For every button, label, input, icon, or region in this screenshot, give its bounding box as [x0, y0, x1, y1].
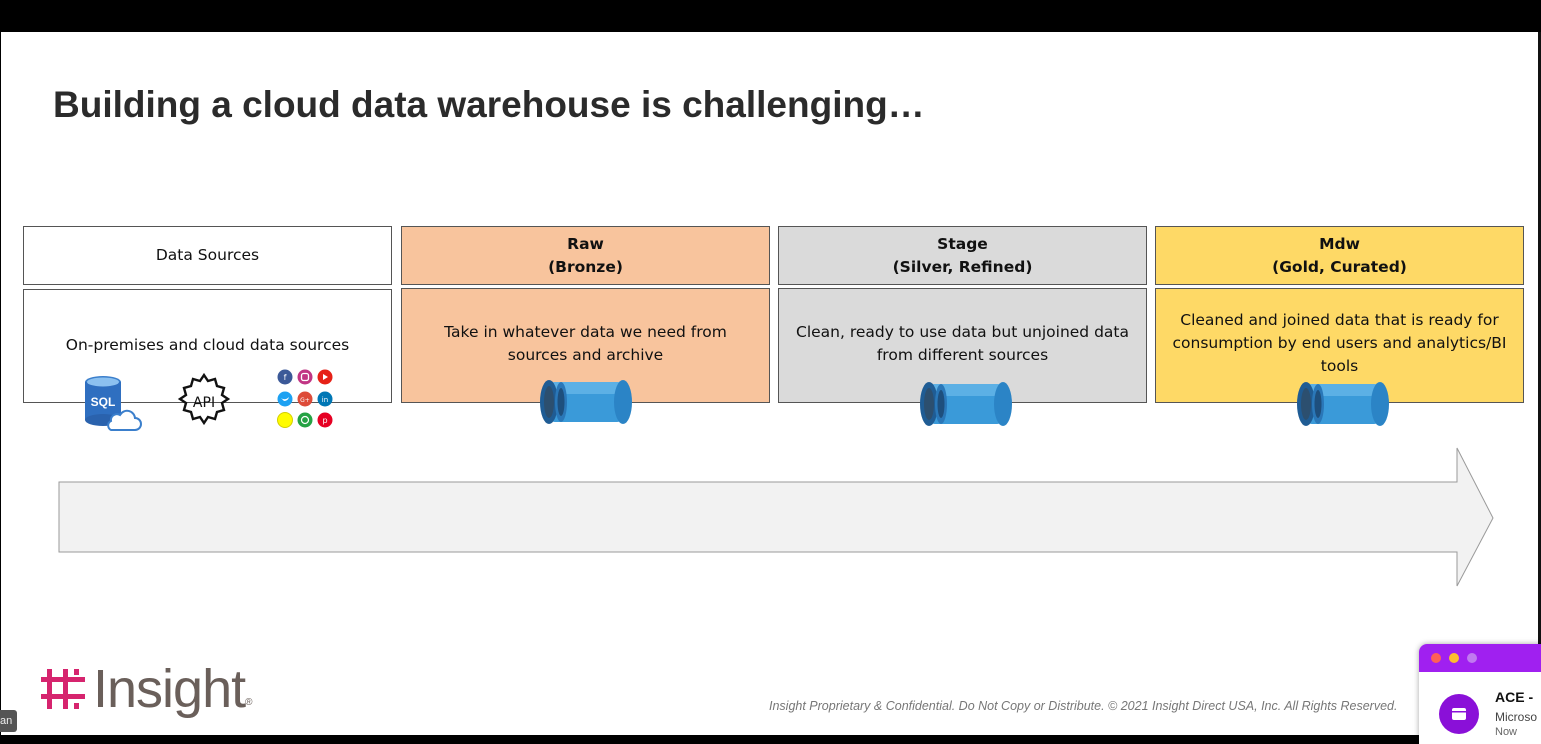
body-stage-line2: from different sources [876, 346, 1049, 364]
presentation-slide: Building a cloud data warehouse is chall… [1, 32, 1538, 735]
instagram-icon [297, 369, 313, 385]
notification-popup[interactable]: ACE - Microso Now [1419, 644, 1541, 744]
notification-subtitle: Microso [1495, 710, 1538, 724]
whatsapp-icon [297, 412, 313, 428]
body-raw-line2: sources and archive [507, 346, 664, 364]
speaker-name-tag: an [0, 710, 17, 732]
close-dot-icon[interactable] [1431, 653, 1441, 663]
header-stage-label: Stage [937, 234, 988, 253]
notification-titlebar [1419, 644, 1541, 672]
body-mdw-line1: Cleaned and joined data that is ready fo… [1180, 311, 1499, 329]
sql-database-icon: SQL [85, 376, 142, 431]
insight-logo-mark-icon [41, 669, 85, 709]
notification-app-icon [1439, 694, 1479, 734]
svg-text:f: f [284, 373, 287, 382]
header-mdw-label: Mdw [1319, 234, 1360, 253]
header-mdw-sublabel: (Gold, Curated) [1272, 257, 1407, 276]
header-stage-sublabel: (Silver, Refined) [892, 257, 1033, 276]
stage-storage-pipe-icon [920, 382, 1012, 426]
svg-text:G+: G+ [300, 397, 310, 404]
flow-arrow [58, 447, 1494, 587]
insight-logo: Insight ® [41, 662, 252, 716]
confidential-footer: Insight Proprietary & Confidential. Do N… [769, 699, 1398, 713]
slide-title: Building a cloud data warehouse is chall… [53, 84, 925, 125]
twitter-icon [277, 391, 293, 407]
header-raw-sublabel: (Bronze) [548, 257, 623, 276]
header-stage: Stage (Silver, Refined) [778, 226, 1147, 285]
svg-text:p: p [322, 416, 327, 425]
sql-icon-label: SQL [91, 395, 116, 409]
header-data-sources: Data Sources [23, 226, 392, 285]
insight-logo-text: Insight [93, 659, 246, 719]
svg-text:in: in [322, 396, 328, 404]
snapchat-icon [277, 412, 293, 428]
notification-time: Now [1495, 726, 1518, 738]
raw-storage-pipe-icon [540, 380, 632, 424]
header-data-sources-label: Data Sources [155, 246, 260, 264]
notification-title: ACE - [1495, 689, 1534, 705]
body-stage-line1: Clean, ready to use data but unjoined da… [796, 323, 1129, 341]
insight-logo-registered-mark: ® [245, 697, 253, 708]
body-mdw-line2: consumption by end users and analytics/B… [1172, 334, 1507, 352]
social-media-icons: f G+ in p [277, 369, 333, 428]
header-mdw: Mdw (Gold, Curated) [1155, 226, 1524, 285]
minimize-dot-icon[interactable] [1449, 653, 1459, 663]
window-top-bar [0, 0, 1541, 32]
header-raw: Raw (Bronze) [401, 226, 770, 285]
expand-dot-icon[interactable] [1467, 653, 1477, 663]
api-icon-label: API [193, 395, 215, 411]
api-gear-icon: API [177, 372, 231, 426]
header-raw-label: Raw [567, 234, 604, 253]
body-data-sources-text: On-premises and cloud data sources [65, 336, 350, 354]
body-raw-line1: Take in whatever data we need from [444, 323, 727, 341]
body-mdw-line3: tools [1320, 357, 1359, 375]
mdw-storage-pipe-icon [1297, 382, 1389, 426]
